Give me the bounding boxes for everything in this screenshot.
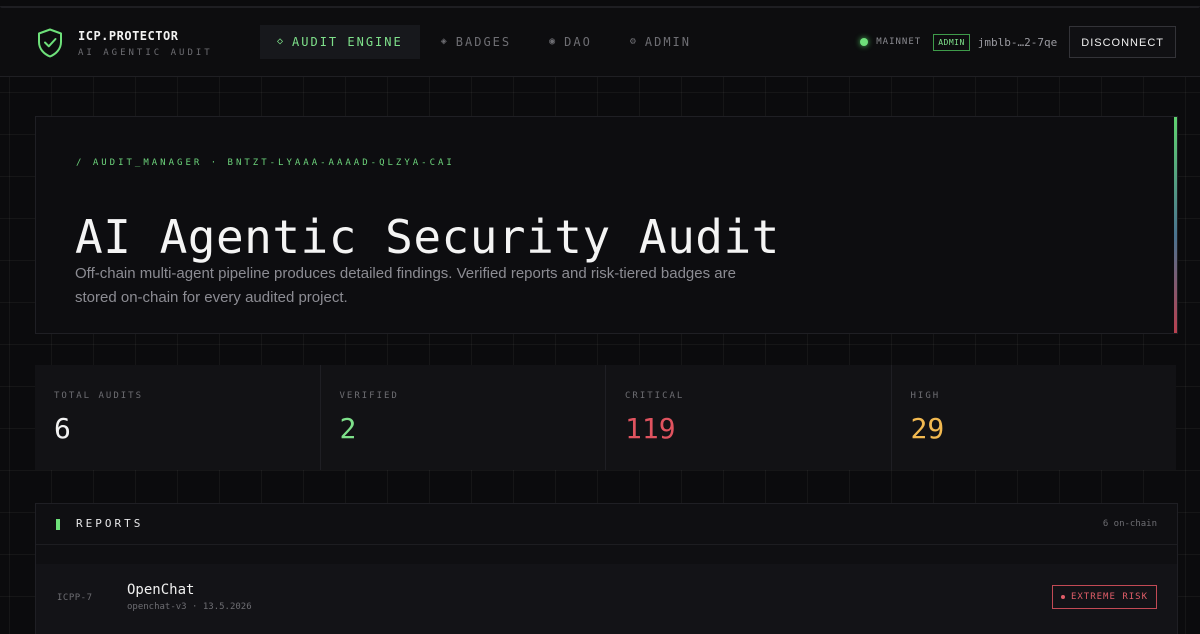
page-description: Off-chain multi-agent pipeline produces …	[75, 265, 736, 306]
stat-value: 6	[54, 412, 71, 445]
nav-badges[interactable]: ◈ BADGES	[424, 25, 528, 59]
brand-title: ICP.PROTECTOR	[78, 29, 179, 43]
hero-panel: / AUDIT_MANAGER · BNTZT-LYAAA-AAAAD-QLZY…	[35, 116, 1178, 334]
reports-title: REPORTS	[76, 517, 144, 530]
principal-id: jmblb-…2-7qe	[977, 35, 1058, 49]
nav-label: AUDIT ENGINE	[292, 35, 403, 49]
stat-value: 119	[625, 412, 676, 445]
nav-label: DAO	[564, 35, 592, 49]
report-name: OpenChat	[127, 582, 195, 598]
network-label: MAINNET	[876, 37, 922, 47]
dao-icon: ◉	[549, 36, 558, 47]
risk-badge: EXTREME RISK	[1051, 585, 1157, 609]
main-nav: ◇ AUDIT ENGINE ◈ BADGES ◉ DAO ⚙ ADMIN	[260, 25, 712, 59]
shield-check-icon	[37, 28, 63, 58]
stat-label: VERIFIED	[339, 391, 399, 401]
risk-label: EXTREME RISK	[1070, 592, 1148, 602]
stat-label: TOTAL AUDITS	[54, 391, 144, 401]
stat-verified: VERIFIED 2	[320, 365, 606, 470]
reports-header: REPORTS 6 on-chain	[36, 504, 1177, 545]
page: ICP.PROTECTOR AI AGENTIC AUDIT ◇ AUDIT E…	[0, 0, 1200, 634]
app-header: ICP.PROTECTOR AI AGENTIC AUDIT ◇ AUDIT E…	[0, 8, 1200, 77]
role-badge: ADMIN	[933, 33, 970, 51]
diamond-icon: ◇	[277, 36, 286, 47]
stat-high: HIGH 29	[891, 365, 1176, 470]
window-top-strip	[0, 0, 1200, 8]
reports-count: 6 on-chain	[1102, 519, 1157, 529]
disconnect-button[interactable]: DISCONNECT	[1069, 26, 1176, 58]
stat-value: 29	[910, 412, 945, 445]
stat-value: 2	[339, 412, 357, 445]
stat-critical: CRITICAL 119	[606, 365, 892, 470]
nav-dao[interactable]: ◉ DAO	[532, 25, 609, 59]
breadcrumb: / AUDIT_MANAGER · BNTZT-LYAAA-AAAAD-QLZY…	[76, 158, 455, 168]
nav-label: ADMIN	[644, 35, 691, 49]
stat-label: HIGH	[910, 391, 941, 401]
brand-subtitle: AI AGENTIC AUDIT	[78, 48, 213, 58]
reports-panel: REPORTS 6 on-chain ICPP-7 OpenChat openc…	[35, 503, 1178, 634]
report-row[interactable]: ICPP-7 OpenChat openchat-v3 · 13.5.2026 …	[36, 564, 1177, 634]
nav-audit-engine[interactable]: ◇ AUDIT ENGINE	[260, 25, 420, 59]
network-status: MAINNET	[860, 37, 921, 47]
brand[interactable]: ICP.PROTECTOR AI AGENTIC AUDIT	[37, 28, 213, 59]
report-meta: openchat-v3 · 13.5.2026	[127, 602, 252, 612]
status-dot-icon	[860, 38, 869, 46]
report-id: ICPP-7	[57, 593, 93, 603]
gear-icon: ⚙	[629, 36, 638, 47]
stats-row: TOTAL AUDITS 6 VERIFIED 2 CRITICAL 119 H…	[35, 365, 1176, 470]
account-zone: MAINNET ADMIN jmblb-…2-7qe DISCONNECT	[860, 25, 1176, 59]
stat-total-audits: TOTAL AUDITS 6	[35, 365, 321, 470]
nav-label: BADGES	[455, 35, 512, 49]
page-title: AI Agentic Security Audit	[75, 209, 780, 264]
stat-label: CRITICAL	[625, 391, 685, 401]
section-marker-icon	[56, 519, 60, 530]
accent-bar	[1174, 117, 1177, 333]
badge-icon: ◈	[440, 36, 449, 47]
nav-admin[interactable]: ⚙ ADMIN	[613, 25, 708, 59]
risk-dot-icon	[1060, 595, 1065, 599]
